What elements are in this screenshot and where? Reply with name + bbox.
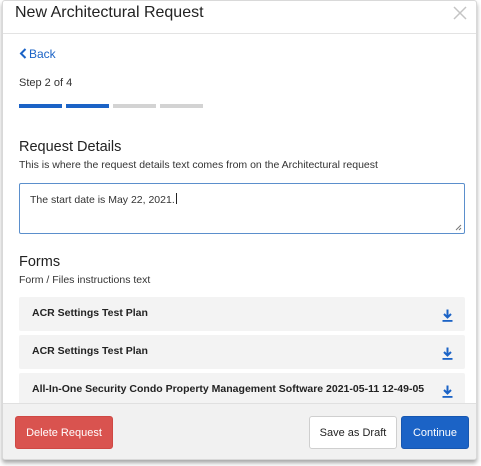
modal-footer: Delete Request Save as Draft Continue [3,403,476,459]
download-icon[interactable] [442,347,453,360]
text-caret [175,193,177,204]
forms-title: Forms [19,254,61,270]
forms-subtitle: Form / Files instructions text [19,274,151,286]
progress-segment-4 [160,104,203,108]
form-file-label: ACR Settings Test Plan [32,345,148,357]
request-details-textarea[interactable]: The start date is May 22, 2021. [19,183,465,234]
request-details-title: Request Details [19,139,122,155]
progress-segment-2 [66,104,109,108]
form-file-row[interactable]: ACR Settings Test Plan [19,335,465,369]
form-file-label: ACR Settings Test Plan [32,307,148,319]
request-details-subtitle: This is where the request details text c… [19,159,378,171]
form-file-row[interactable]: All-In-One Security Condo Property Manag… [19,373,465,403]
modal-title: New Architectural Request [15,4,204,21]
form-file-label: All-In-One Security Condo Property Manag… [32,383,425,395]
save-draft-button[interactable]: Save as Draft [309,416,397,449]
resize-grip-icon[interactable] [455,224,462,231]
form-file-row[interactable]: ACR Settings Test Plan [19,297,465,331]
architectural-request-modal: New Architectural Request Back Step 2 of… [2,0,477,460]
progress-segment-1 [19,104,62,108]
step-progress-bar [19,104,203,108]
delete-request-button[interactable]: Delete Request [15,416,113,449]
continue-button[interactable]: Continue [401,416,469,449]
download-icon[interactable] [442,385,453,398]
modal-body[interactable]: Back Step 2 of 4 Request Details This is… [3,35,476,403]
chevron-left-icon [19,47,27,61]
close-icon[interactable] [450,2,470,24]
back-label: Back [29,47,56,61]
progress-segment-3 [113,104,156,108]
download-icon[interactable] [442,309,453,322]
step-indicator: Step 2 of 4 [19,77,73,89]
back-link[interactable]: Back [19,47,56,61]
modal-header: New Architectural Request [3,1,476,34]
request-details-value: The start date is May 22, 2021. [30,194,175,206]
